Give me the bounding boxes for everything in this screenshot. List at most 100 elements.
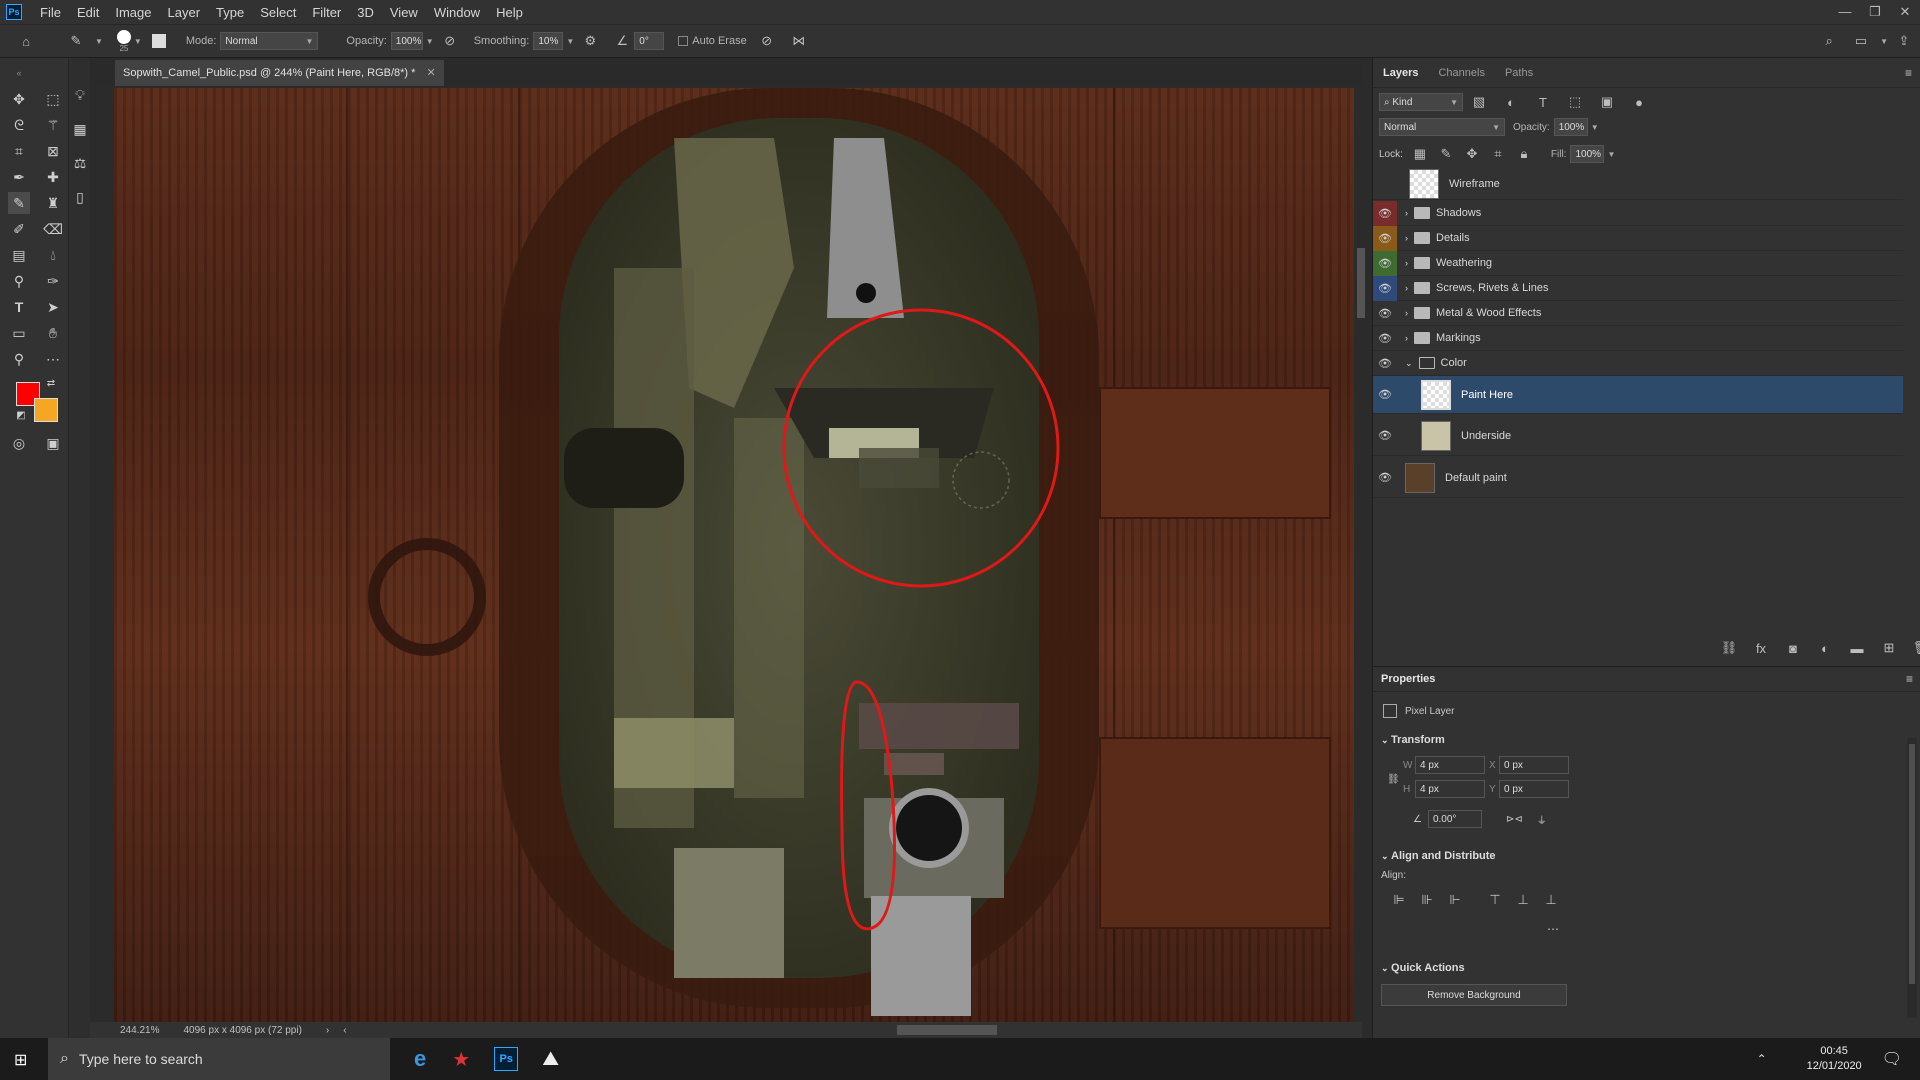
lock-transparent-icon[interactable]: ▦ bbox=[1410, 144, 1430, 164]
eye-icon[interactable]: 👁︎ bbox=[1373, 250, 1397, 276]
quick-mask-icon[interactable]: ◎ bbox=[8, 432, 30, 454]
marquee-tool-icon[interactable]: ⬚ bbox=[42, 88, 64, 110]
lock-position-icon[interactable]: ✥ bbox=[1462, 144, 1482, 164]
menu-image[interactable]: Image bbox=[107, 5, 159, 20]
share-icon[interactable]: ⇪ bbox=[1894, 31, 1914, 51]
photoshop-taskbar-icon[interactable]: Ps bbox=[494, 1047, 519, 1071]
collapse-chevron-icon[interactable]: ⌄ bbox=[1405, 358, 1413, 369]
filter-type-icon[interactable]: T bbox=[1533, 92, 1553, 112]
blend-mode-select[interactable]: Normal ▼ bbox=[1379, 118, 1505, 136]
align-middle-icon[interactable]: ⊥ bbox=[1513, 890, 1533, 910]
clock[interactable]: 00:45 12/01/2020 bbox=[1807, 1044, 1862, 1074]
expand-chevron-icon[interactable]: › bbox=[1405, 258, 1408, 268]
layer-screws-rivets-lines[interactable]: 👁︎ › Screws, Rivets & Lines bbox=[1373, 275, 1903, 301]
symmetry-icon[interactable]: ⋈ bbox=[789, 31, 809, 51]
layer-shadows[interactable]: 👁︎ › Shadows bbox=[1373, 200, 1903, 226]
align-right-icon[interactable]: ⊩ bbox=[1445, 890, 1465, 910]
align-section[interactable]: ⌄ Align and Distribute bbox=[1381, 850, 1496, 862]
filter-shape-icon[interactable]: ⬚ bbox=[1565, 92, 1585, 112]
search-icon[interactable]: ⌕ bbox=[1819, 31, 1839, 51]
table-icon[interactable]: ▦ bbox=[69, 118, 91, 140]
menu-file[interactable]: File bbox=[32, 5, 69, 20]
adjustments-icon[interactable]: ⚖ bbox=[69, 152, 91, 174]
expand-chevron-icon[interactable]: › bbox=[1405, 208, 1408, 218]
panel-menu-icon[interactable]: ≡ bbox=[1905, 66, 1912, 80]
smoothing-caret-icon[interactable]: ▼ bbox=[566, 37, 574, 46]
x-field[interactable]: 0 px bbox=[1499, 756, 1569, 774]
eye-icon[interactable]: 👁︎ bbox=[1373, 355, 1397, 371]
eye-icon[interactable]: 👁︎ bbox=[1373, 470, 1397, 486]
background-color-swatch[interactable] bbox=[34, 398, 58, 422]
eye-icon[interactable]: 👁︎ bbox=[1373, 225, 1397, 251]
eraser-tool-icon[interactable]: ⌫ bbox=[42, 218, 64, 240]
properties-scroll-thumb[interactable] bbox=[1909, 744, 1915, 984]
pressure-opacity-icon[interactable]: ⊘ bbox=[440, 31, 460, 51]
document-tab[interactable]: Sopwith_Camel_Public.psd @ 244% (Paint H… bbox=[115, 60, 444, 86]
properties-scrollbar[interactable] bbox=[1907, 738, 1917, 1018]
expand-chevron-icon[interactable]: › bbox=[1405, 233, 1408, 243]
screen-mode-icon[interactable]: ▣ bbox=[42, 432, 64, 454]
close-icon[interactable]: ✕ bbox=[1890, 4, 1920, 20]
menu-type[interactable]: Type bbox=[208, 5, 252, 20]
opacity-field[interactable]: 100% bbox=[390, 32, 423, 50]
auto-erase-checkbox[interactable] bbox=[678, 36, 689, 46]
tab-paths[interactable]: Paths bbox=[1495, 67, 1543, 79]
mountain-app-icon[interactable]: ⛰ bbox=[542, 1048, 559, 1071]
zoom-level[interactable]: 244.21% bbox=[120, 1025, 159, 1036]
menu-help[interactable]: Help bbox=[488, 5, 531, 20]
adjustment-layer-icon[interactable]: ◐ bbox=[1815, 638, 1835, 658]
fill-caret-icon[interactable]: ▼ bbox=[1607, 150, 1615, 159]
canvas[interactable] bbox=[114, 88, 1354, 1022]
type-tool-icon[interactable]: T bbox=[8, 296, 30, 318]
dodge-tool-icon[interactable]: ⚲ bbox=[8, 270, 30, 292]
add-mask-icon[interactable]: ◙ bbox=[1783, 638, 1803, 658]
transform-section[interactable]: ⌄ Transform bbox=[1381, 734, 1445, 746]
link-dimensions-icon[interactable]: ⛓ bbox=[1387, 774, 1400, 785]
flip-vertical-icon[interactable]: ⏚ bbox=[1537, 812, 1547, 827]
horizontal-scroll-thumb[interactable] bbox=[896, 1025, 997, 1035]
angle-field[interactable]: 0° bbox=[634, 32, 665, 50]
pen-tool-icon[interactable]: ✑ bbox=[42, 270, 64, 292]
menu-window[interactable]: Window bbox=[426, 5, 488, 20]
path-selection-tool-icon[interactable]: ➤ bbox=[42, 296, 64, 318]
collapse-icon[interactable]: « bbox=[8, 62, 30, 84]
clone-stamp-tool-icon[interactable]: ♜ bbox=[42, 192, 64, 214]
filter-smart-object-icon[interactable]: ▣ bbox=[1597, 92, 1617, 112]
tab-layers[interactable]: Layers bbox=[1373, 67, 1428, 79]
link-layers-icon[interactable]: ⛓ bbox=[1719, 638, 1739, 658]
workspace-caret-icon[interactable]: ▼ bbox=[1880, 37, 1888, 46]
hand-tool-icon[interactable]: ✋︎ bbox=[42, 322, 64, 344]
smoothing-field[interactable]: 10% bbox=[533, 32, 564, 50]
lock-artboard-icon[interactable]: ⌗ bbox=[1488, 144, 1508, 164]
pressure-size-icon[interactable]: ⊘ bbox=[757, 31, 777, 51]
eye-icon[interactable]: 👁︎ bbox=[1373, 428, 1397, 444]
layer-default-paint[interactable]: 👁︎ Default paint bbox=[1373, 458, 1903, 498]
align-top-icon[interactable]: ⊤ bbox=[1485, 890, 1505, 910]
lock-pixels-icon[interactable]: ✎ bbox=[1436, 144, 1456, 164]
eye-icon[interactable]: 👁︎ bbox=[1373, 200, 1397, 226]
lightbulb-icon[interactable]: 💡︎ bbox=[69, 84, 91, 106]
vertical-scrollbar[interactable] bbox=[1354, 88, 1368, 1022]
edge-icon[interactable]: e bbox=[414, 1046, 426, 1072]
panel-menu-icon[interactable]: ≡ bbox=[1906, 672, 1913, 686]
frame-tool-icon[interactable]: ⊠ bbox=[42, 140, 64, 162]
tray-chevron-icon[interactable]: ⌃ bbox=[1757, 1052, 1767, 1066]
eye-icon[interactable]: 👁︎ bbox=[1373, 387, 1397, 403]
layer-opacity-caret-icon[interactable]: ▼ bbox=[1591, 123, 1599, 132]
height-field[interactable]: 4 px bbox=[1415, 780, 1485, 798]
magic-wand-tool-icon[interactable]: ⚚ bbox=[42, 114, 64, 136]
layer-underside[interactable]: 👁︎ Underside bbox=[1373, 416, 1903, 456]
lock-all-icon[interactable]: 🔒︎ bbox=[1514, 144, 1534, 164]
menu-edit[interactable]: Edit bbox=[69, 5, 107, 20]
flip-horizontal-icon[interactable]: ⊳⊲ bbox=[1506, 814, 1523, 825]
mode-select[interactable]: Normal ▼ bbox=[220, 32, 319, 50]
trash-icon[interactable]: 🗑︎ bbox=[1911, 638, 1920, 658]
vertical-scroll-thumb[interactable] bbox=[1357, 248, 1365, 318]
width-field[interactable]: 4 px bbox=[1415, 756, 1485, 774]
brush-caret-icon[interactable]: ▼ bbox=[134, 37, 142, 46]
taskbar-search-box[interactable]: ⌕ Type here to search bbox=[48, 1038, 390, 1080]
notification-icon[interactable]: 🗨︎ bbox=[1882, 1049, 1902, 1069]
blur-tool-icon[interactable]: 💧︎ bbox=[42, 244, 64, 266]
more-options-icon[interactable]: ⋯ bbox=[1547, 922, 1559, 936]
fx-icon[interactable]: fx bbox=[1751, 638, 1771, 658]
